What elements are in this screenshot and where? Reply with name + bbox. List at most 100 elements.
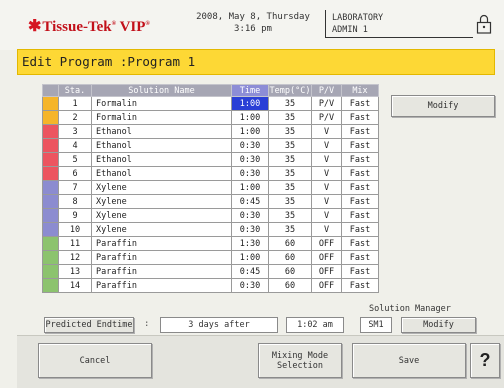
temp-cell[interactable]: 35 xyxy=(268,166,312,181)
solution-name-cell[interactable]: Xylene xyxy=(91,194,232,209)
time-cell[interactable]: 0:30 xyxy=(231,208,269,223)
pv-cell[interactable]: OFF xyxy=(311,250,342,265)
pv-cell[interactable]: V xyxy=(311,124,342,139)
pv-cell[interactable]: V xyxy=(311,138,342,153)
table-row[interactable]: 10 Xylene 0:30 35 V Fast xyxy=(42,222,379,237)
table-row[interactable]: 13 Paraffin 0:45 60 OFF Fast xyxy=(42,264,379,279)
table-row[interactable]: 14 Paraffin 0:30 60 OFF Fast xyxy=(42,278,379,293)
time-cell[interactable]: 0:30 xyxy=(231,278,269,293)
solution-name-cell[interactable]: Xylene xyxy=(91,222,232,237)
station-number-cell[interactable]: 1 xyxy=(58,96,92,111)
mix-cell[interactable]: Fast xyxy=(341,166,379,181)
solution-name-cell[interactable]: Paraffin xyxy=(91,264,232,279)
station-number-cell[interactable]: 11 xyxy=(58,236,92,251)
temp-cell[interactable]: 60 xyxy=(268,236,312,251)
temp-cell[interactable]: 35 xyxy=(268,152,312,167)
mix-cell[interactable]: Fast xyxy=(341,152,379,167)
station-number-cell[interactable]: 7 xyxy=(58,180,92,195)
temp-cell[interactable]: 35 xyxy=(268,180,312,195)
lock-icon[interactable] xyxy=(476,14,492,34)
pv-cell[interactable]: OFF xyxy=(311,236,342,251)
station-number-cell[interactable]: 8 xyxy=(58,194,92,209)
pv-cell[interactable]: OFF xyxy=(311,264,342,279)
mix-cell[interactable]: Fast xyxy=(341,222,379,237)
temp-cell[interactable]: 60 xyxy=(268,278,312,293)
mix-cell[interactable]: Fast xyxy=(341,236,379,251)
temp-cell[interactable]: 35 xyxy=(268,96,312,111)
time-cell[interactable]: 1:30 xyxy=(231,236,269,251)
time-cell[interactable]: 0:30 xyxy=(231,222,269,237)
table-row[interactable]: 5 Ethanol 0:30 35 V Fast xyxy=(42,152,379,167)
table-row[interactable]: 6 Ethanol 0:30 35 V Fast xyxy=(42,166,379,181)
solution-name-cell[interactable]: Formalin xyxy=(91,110,232,125)
time-cell[interactable]: 0:45 xyxy=(231,264,269,279)
solution-name-cell[interactable]: Paraffin xyxy=(91,278,232,293)
mix-cell[interactable]: Fast xyxy=(341,124,379,139)
station-number-cell[interactable]: 12 xyxy=(58,250,92,265)
temp-cell[interactable]: 35 xyxy=(268,138,312,153)
mix-cell[interactable]: Fast xyxy=(341,208,379,223)
solution-name-cell[interactable]: Ethanol xyxy=(91,138,232,153)
time-cell[interactable]: 0:30 xyxy=(231,166,269,181)
temp-cell[interactable]: 35 xyxy=(268,194,312,209)
time-cell[interactable]: 1:00 xyxy=(231,96,269,111)
solution-name-cell[interactable]: Formalin xyxy=(91,96,232,111)
solution-name-cell[interactable]: Xylene xyxy=(91,208,232,223)
mix-cell[interactable]: Fast xyxy=(341,250,379,265)
help-button[interactable]: ? xyxy=(470,343,500,378)
modify-button[interactable]: Modify xyxy=(391,95,495,117)
temp-cell[interactable]: 35 xyxy=(268,110,312,125)
table-row[interactable]: 8 Xylene 0:45 35 V Fast xyxy=(42,194,379,209)
pv-cell[interactable]: V xyxy=(311,152,342,167)
mix-cell[interactable]: Fast xyxy=(341,110,379,125)
solution-name-cell[interactable]: Paraffin xyxy=(91,236,232,251)
pv-cell[interactable]: V xyxy=(311,208,342,223)
station-number-cell[interactable]: 6 xyxy=(58,166,92,181)
table-row[interactable]: 7 Xylene 1:00 35 V Fast xyxy=(42,180,379,195)
mix-cell[interactable]: Fast xyxy=(341,138,379,153)
station-number-cell[interactable]: 10 xyxy=(58,222,92,237)
time-cell[interactable]: 0:30 xyxy=(231,138,269,153)
station-number-cell[interactable]: 3 xyxy=(58,124,92,139)
time-cell[interactable]: 1:00 xyxy=(231,250,269,265)
station-number-cell[interactable]: 13 xyxy=(58,264,92,279)
mixing-mode-selection-button[interactable]: Mixing Mode Selection xyxy=(258,343,342,378)
time-cell[interactable]: 1:00 xyxy=(231,124,269,139)
solution-name-cell[interactable]: Paraffin xyxy=(91,250,232,265)
table-row[interactable]: 9 Xylene 0:30 35 V Fast xyxy=(42,208,379,223)
temp-cell[interactable]: 60 xyxy=(268,264,312,279)
solution-name-cell[interactable]: Ethanol xyxy=(91,124,232,139)
mix-cell[interactable]: Fast xyxy=(341,180,379,195)
temp-cell[interactable]: 35 xyxy=(268,222,312,237)
time-cell[interactable]: 0:30 xyxy=(231,152,269,167)
station-number-cell[interactable]: 9 xyxy=(58,208,92,223)
mix-cell[interactable]: Fast xyxy=(341,264,379,279)
station-number-cell[interactable]: 14 xyxy=(58,278,92,293)
station-number-cell[interactable]: 4 xyxy=(58,138,92,153)
pv-cell[interactable]: V xyxy=(311,222,342,237)
solution-name-cell[interactable]: Ethanol xyxy=(91,166,232,181)
pv-cell[interactable]: P/V xyxy=(311,110,342,125)
solution-manager-modify-button[interactable]: Modify xyxy=(401,317,476,333)
station-number-cell[interactable]: 5 xyxy=(58,152,92,167)
table-row[interactable]: 4 Ethanol 0:30 35 V Fast xyxy=(42,138,379,153)
temp-cell[interactable]: 35 xyxy=(268,208,312,223)
time-cell[interactable]: 1:00 xyxy=(231,110,269,125)
pv-cell[interactable]: OFF xyxy=(311,278,342,293)
pv-cell[interactable]: V xyxy=(311,166,342,181)
cancel-button[interactable]: Cancel xyxy=(38,343,152,378)
time-cell[interactable]: 0:45 xyxy=(231,194,269,209)
table-row[interactable]: 2 Formalin 1:00 35 P/V Fast xyxy=(42,110,379,125)
save-button[interactable]: Save xyxy=(352,343,466,378)
mix-cell[interactable]: Fast xyxy=(341,194,379,209)
station-number-cell[interactable]: 2 xyxy=(58,110,92,125)
table-row[interactable]: 1 Formalin 1:00 35 P/V Fast xyxy=(42,96,379,111)
pv-cell[interactable]: V xyxy=(311,194,342,209)
table-row[interactable]: 11 Paraffin 1:30 60 OFF Fast xyxy=(42,236,379,251)
pv-cell[interactable]: V xyxy=(311,180,342,195)
predicted-endtime-button[interactable]: Predicted Endtime xyxy=(44,317,134,333)
mix-cell[interactable]: Fast xyxy=(341,278,379,293)
mix-cell[interactable]: Fast xyxy=(341,96,379,111)
table-row[interactable]: 3 Ethanol 1:00 35 V Fast xyxy=(42,124,379,139)
temp-cell[interactable]: 35 xyxy=(268,124,312,139)
